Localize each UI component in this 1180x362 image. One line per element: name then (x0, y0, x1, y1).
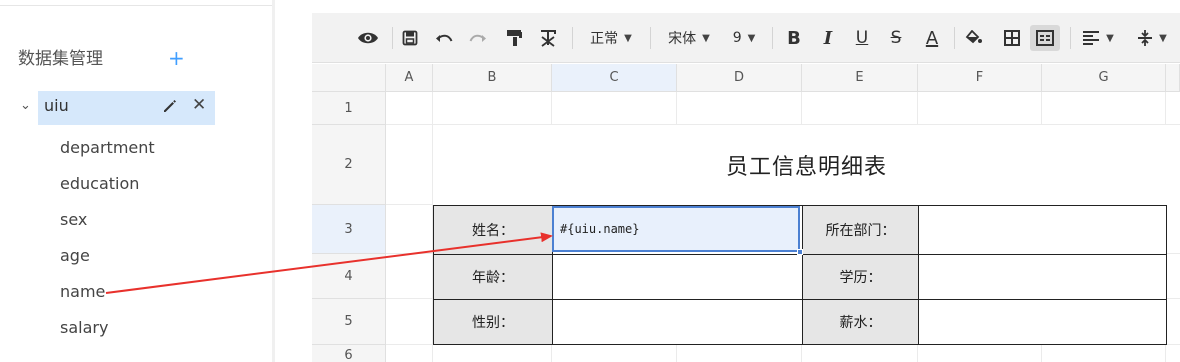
field-item-sex[interactable]: sex (60, 210, 87, 230)
label-cell-department[interactable]: 所在部门： (802, 205, 919, 255)
select-all-corner[interactable] (312, 64, 386, 92)
value-cell-salary[interactable] (918, 299, 1167, 345)
redo-icon[interactable] (466, 25, 490, 51)
bold-icon[interactable]: B (782, 25, 806, 51)
toolbar-separator (954, 27, 955, 49)
field-item-education[interactable]: education (60, 174, 139, 194)
row-header-1[interactable]: 1 (312, 92, 386, 125)
font-family-select[interactable]: 宋体 ▼ (658, 25, 720, 51)
label-cell-name[interactable]: 姓名： (433, 205, 553, 255)
value-cell-sex[interactable] (552, 299, 803, 345)
row-header-2[interactable]: 2 (312, 125, 386, 205)
caret-down-icon: ▼ (747, 32, 756, 44)
font-color-icon[interactable]: A (920, 25, 944, 51)
font-size-select[interactable]: 9 ▼ (726, 25, 762, 51)
value-cell-department[interactable] (918, 205, 1167, 255)
valign-icon[interactable]: ▼ (1130, 25, 1174, 51)
toolbar-separator (1070, 27, 1071, 49)
strikethrough-icon[interactable]: S (884, 25, 908, 51)
panel-divider[interactable] (272, 0, 275, 362)
fill-handle[interactable] (797, 249, 803, 255)
chevron-down-icon[interactable]: ⌄ (20, 98, 31, 113)
save-icon[interactable] (398, 25, 422, 51)
underline-icon[interactable]: U (850, 25, 874, 51)
panel-title: 数据集管理 (18, 49, 103, 69)
field-item-department[interactable]: department (60, 138, 155, 158)
sheet-title-cell[interactable]: 员工信息明细表 (433, 125, 1180, 205)
toolbar: 正常 ▼ 宋体 ▼ 9 ▼ B I U S A ▼ ▼ (312, 13, 1180, 63)
fill-color-icon[interactable] (962, 25, 986, 51)
italic-icon[interactable]: I (816, 25, 840, 51)
font-style-select[interactable]: 正常 ▼ (580, 25, 642, 51)
column-header-b[interactable]: B (433, 64, 552, 92)
value-cell-education[interactable] (918, 254, 1167, 300)
row-header-5[interactable]: 5 (312, 299, 386, 345)
column-header-a[interactable]: A (386, 64, 433, 92)
column-header-c[interactable]: C (552, 64, 677, 92)
row-header-3[interactable]: 3 (312, 205, 386, 254)
column-header-d[interactable]: D (677, 64, 802, 92)
panel-top-divider (0, 5, 272, 6)
field-item-salary[interactable]: salary (60, 318, 108, 338)
row-header-6[interactable]: 6 (312, 345, 386, 362)
preview-icon[interactable] (354, 25, 382, 51)
font-size-value: 9 (732, 30, 742, 46)
align-icon[interactable]: ▼ (1078, 25, 1118, 51)
caret-down-icon: ▼ (702, 32, 710, 44)
sheet-grid[interactable]: A B C D E F G 1 2 3 4 5 6 员工信息明细表 姓名： 所在… (312, 64, 1180, 362)
caret-down-icon: ▼ (624, 32, 632, 44)
toolbar-separator (572, 27, 573, 49)
field-item-age[interactable]: age (60, 246, 90, 266)
format-painter-icon[interactable] (502, 25, 526, 51)
label-cell-age[interactable]: 年龄： (433, 254, 553, 300)
label-cell-education[interactable]: 学历： (802, 254, 919, 300)
border-icon[interactable] (1000, 25, 1024, 51)
close-icon[interactable]: ✕ (192, 96, 206, 114)
selected-cell-name-binding[interactable]: #{uiu.name} (552, 206, 800, 252)
spreadsheet-editor: 正常 ▼ 宋体 ▼ 9 ▼ B I U S A ▼ ▼ A B C D E F … (312, 13, 1180, 362)
font-style-value: 正常 (590, 31, 619, 47)
column-header-f[interactable]: F (918, 64, 1042, 92)
toolbar-separator (772, 27, 773, 49)
field-item-name[interactable]: name (60, 282, 105, 302)
plus-icon[interactable]: + (168, 47, 185, 69)
undo-icon[interactable] (432, 25, 456, 51)
value-cell-age[interactable] (552, 254, 803, 300)
font-family-value: 宋体 (668, 31, 697, 47)
column-header-e[interactable]: E (802, 64, 918, 92)
row-header-4[interactable]: 4 (312, 254, 386, 299)
dataset-name: uiu (44, 96, 69, 115)
column-header-h[interactable] (1166, 64, 1180, 92)
dataset-panel: 数据集管理 + ⌄ uiu ✕ department education sex… (0, 0, 272, 362)
column-header-g[interactable]: G (1042, 64, 1166, 92)
toolbar-separator (392, 27, 393, 49)
caret-down-icon: ▼ (1159, 32, 1167, 44)
caret-down-icon: ▼ (1106, 32, 1114, 44)
merge-cells-icon[interactable] (1030, 25, 1060, 51)
clear-format-icon[interactable] (536, 25, 560, 51)
toolbar-separator (650, 27, 651, 49)
pencil-icon[interactable] (162, 98, 178, 114)
label-cell-sex[interactable]: 性别： (433, 299, 553, 345)
label-cell-salary[interactable]: 薪水： (802, 299, 919, 345)
